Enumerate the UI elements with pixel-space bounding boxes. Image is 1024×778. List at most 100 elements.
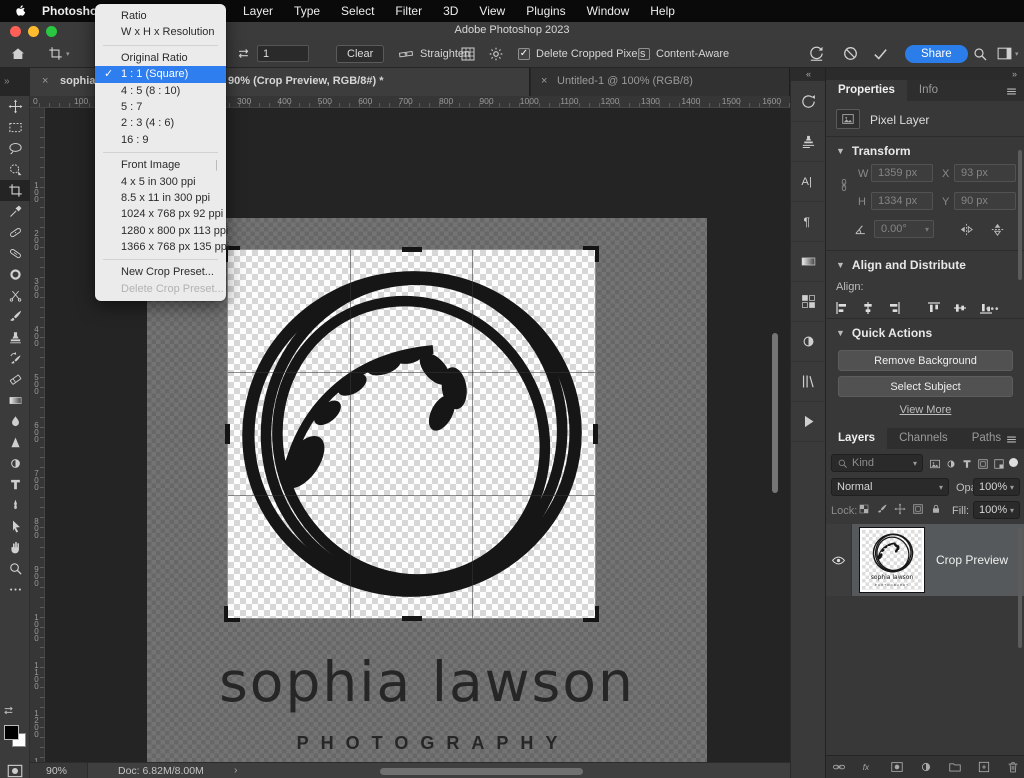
horizontal-scrollbar[interactable] — [380, 768, 583, 775]
close-tab-icon[interactable]: × — [42, 75, 48, 87]
menu-window[interactable]: Window — [587, 4, 630, 18]
select-subject-button[interactable]: Select Subject — [838, 376, 1013, 397]
crop-tool-preset-icon[interactable]: ▾ — [48, 40, 70, 67]
menu-item-8-5-x-11-in-300-ppi[interactable]: 8.5 x 11 in 300 ppi — [95, 190, 226, 206]
clear-button[interactable]: Clear — [336, 45, 384, 63]
healing-brush-tool[interactable] — [0, 243, 30, 264]
reset-crop-button[interactable] — [808, 40, 825, 67]
layer-mask-button[interactable] — [890, 760, 904, 774]
menu-item-front-image[interactable]: Front Image| — [95, 157, 226, 173]
menu-type[interactable]: Type — [294, 4, 320, 18]
foreground-color-swatch[interactable] — [4, 725, 19, 740]
menu-item-1024-x-768-px-92-ppi[interactable]: 1024 x 768 px 92 ppi — [95, 206, 226, 222]
lock-artboard-button[interactable] — [912, 503, 924, 515]
rotation-angle-field[interactable]: 0.00°▾ — [874, 220, 934, 238]
zoom-tool[interactable] — [0, 558, 30, 579]
history-brush-tool[interactable] — [0, 348, 30, 369]
align-more-button[interactable]: ••• — [986, 304, 1000, 315]
remove-background-button[interactable]: Remove Background — [838, 350, 1013, 371]
character-panel[interactable] — [791, 162, 826, 202]
lock-pixels-button[interactable] — [876, 503, 888, 515]
menu-item-ratio[interactable]: Ratio — [95, 8, 226, 24]
adjustments-panel[interactable] — [791, 322, 826, 362]
properties-scrollbar[interactable] — [1018, 150, 1022, 280]
crop-handle-left[interactable] — [225, 424, 230, 444]
menu-item-5-7[interactable]: 5 : 7 — [95, 99, 226, 115]
spot-healing-tool[interactable] — [0, 222, 30, 243]
menu-item-16-9[interactable]: 16 : 9 — [95, 132, 226, 148]
collapse-dock-chevron[interactable]: » — [1012, 68, 1017, 80]
document-canvas[interactable]: sophia lawson PHOTOGRAPHY — [147, 218, 707, 762]
crop-settings-gear-button[interactable] — [488, 40, 504, 67]
lock-position-button[interactable] — [894, 503, 906, 515]
blend-mode-select[interactable]: Normal▾ — [831, 478, 949, 496]
layer-thumbnail[interactable]: sophia lawson PHOTOGRAPHY — [860, 528, 924, 592]
delete-cropped-pixels-checkbox[interactable]: ✓ Delete Cropped Pixels — [518, 40, 645, 67]
flip-horizontal-icon[interactable] — [958, 221, 975, 238]
quick-actions-header[interactable]: ▼Quick Actions — [836, 326, 932, 340]
height-field[interactable]: 1334 px — [871, 192, 933, 210]
vertical-ruler[interactable]: 1002003004005006007008009001000110012001… — [30, 108, 45, 762]
layer-effects-button[interactable] — [861, 760, 875, 774]
crop-handle-bottom[interactable] — [402, 616, 422, 621]
menu-plugins[interactable]: Plugins — [526, 4, 565, 18]
gradients-panel[interactable] — [791, 242, 826, 282]
status-options-chevron[interactable]: › — [234, 764, 238, 776]
libraries-panel[interactable] — [791, 362, 826, 402]
quick-mask-button[interactable] — [6, 762, 24, 778]
menu-view[interactable]: View — [479, 4, 505, 18]
menu-item-1-1-square[interactable]: ✓1 : 1 (Square) — [95, 66, 226, 82]
close-tab-icon[interactable]: × — [541, 75, 547, 87]
opacity-select[interactable]: 100%▾ — [973, 478, 1020, 496]
menu-layer[interactable]: Layer — [243, 4, 273, 18]
path-select-tool[interactable] — [0, 516, 30, 537]
align-center-v-button[interactable] — [952, 300, 968, 316]
lock-all-button[interactable] — [930, 503, 942, 515]
history-panel[interactable] — [791, 82, 826, 122]
clone-stamp-tool[interactable] — [0, 327, 30, 348]
patterns-panel[interactable] — [791, 282, 826, 322]
object-selection-tool[interactable] — [0, 159, 30, 180]
tab-properties[interactable]: Properties — [826, 80, 907, 101]
tab-overflow-chevron[interactable]: » — [4, 76, 10, 87]
layer-visibility-toggle[interactable] — [826, 524, 852, 596]
align-top-button[interactable] — [926, 300, 942, 316]
pen-tool[interactable] — [0, 495, 30, 516]
panel-menu-icon[interactable] — [1005, 85, 1018, 98]
menu-item-2-3-4-6[interactable]: 2 : 3 (4 : 6) — [95, 115, 226, 131]
delete-layer-button[interactable] — [1006, 760, 1020, 774]
expand-dock-chevron[interactable]: « — [791, 68, 826, 81]
wh-link-icon[interactable] — [837, 178, 851, 192]
color-swatches[interactable] — [3, 724, 29, 752]
share-button[interactable]: Share — [905, 45, 968, 63]
edit-toolbar[interactable] — [0, 579, 30, 600]
document-tab-inactive[interactable]: × Untitled-1 @ 100% (RGB/8) — [531, 68, 790, 96]
align-center-h-button[interactable] — [860, 300, 876, 316]
crop-handle-bottom-right[interactable] — [583, 606, 599, 622]
align-left-button[interactable] — [834, 300, 850, 316]
tab-info[interactable]: Info — [907, 80, 950, 101]
panel-menu-icon[interactable] — [1005, 433, 1018, 446]
menu-item-new-crop-preset[interactable]: New Crop Preset... — [95, 264, 226, 280]
new-layer-button[interactable] — [977, 760, 991, 774]
eraser-tool[interactable] — [0, 369, 30, 390]
filter-smart-objects-button[interactable] — [993, 458, 1005, 470]
type-tool[interactable] — [0, 474, 30, 495]
view-more-link[interactable]: View More — [826, 404, 1024, 416]
search-icon[interactable] — [972, 40, 988, 67]
menu-select[interactable]: Select — [341, 4, 374, 18]
crop-handle-bottom-left[interactable] — [224, 606, 240, 622]
remove-tool[interactable] — [0, 264, 30, 285]
x-field[interactable]: 93 px — [954, 164, 1016, 182]
sharpen-tool[interactable] — [0, 432, 30, 453]
content-aware-move-tool[interactable] — [0, 285, 30, 306]
swap-colors-icon[interactable] — [2, 704, 15, 717]
transform-section-header[interactable]: ▼Transform — [836, 144, 911, 158]
layer-filter-kind-select[interactable]: Kind▾ — [831, 454, 923, 472]
workspace-switcher-icon[interactable]: ▾ — [996, 40, 1019, 67]
brush-tool[interactable] — [0, 306, 30, 327]
menu-item-4-5-8-10[interactable]: 4 : 5 (8 : 10) — [95, 83, 226, 99]
menu-item-1280-x-800-px-113-ppi[interactable]: 1280 x 800 px 113 ppi — [95, 223, 226, 239]
filter-adjustment-layers-button[interactable] — [945, 458, 957, 470]
align-right-button[interactable] — [886, 300, 902, 316]
